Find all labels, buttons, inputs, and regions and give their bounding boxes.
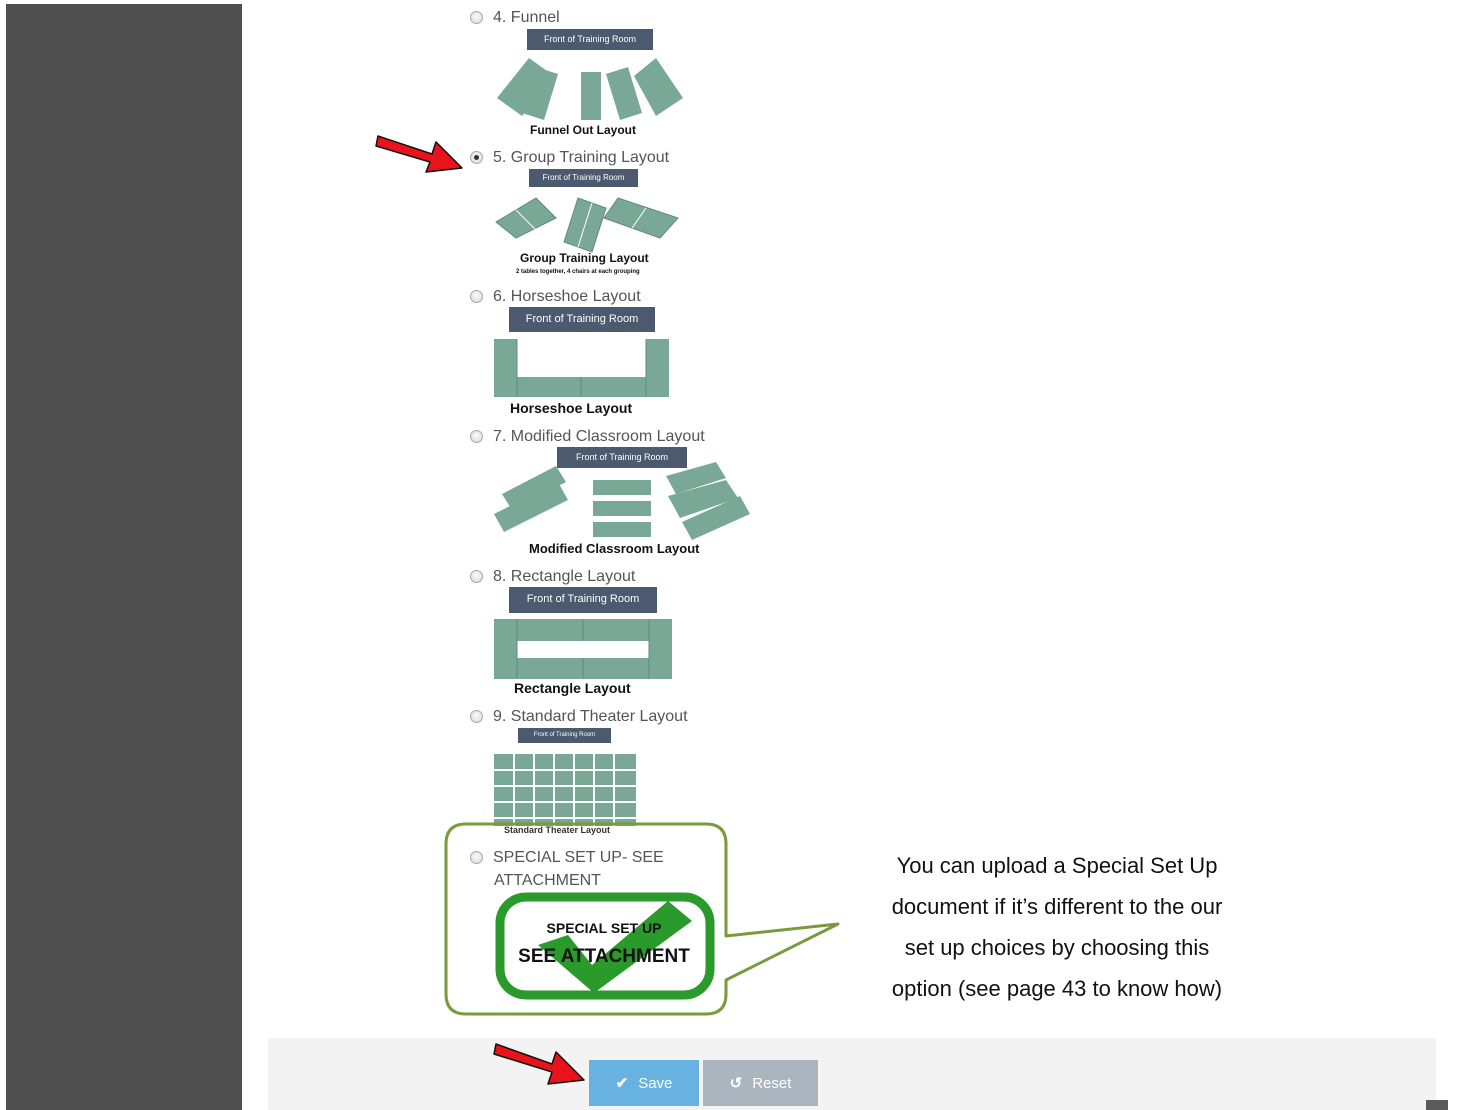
front-of-room-bar: Front of Training Room — [509, 587, 657, 613]
front-of-room-bar: Front of Training Room — [509, 307, 655, 332]
undo-icon: ↺ — [729, 1075, 743, 1092]
option-label: 4. Funnel — [493, 9, 560, 26]
option-funnel[interactable]: 4. Funnel — [470, 6, 560, 29]
radio-group-training[interactable] — [470, 151, 483, 164]
front-of-room-bar: Front of Training Room — [518, 728, 611, 743]
option-label: 6. Horseshoe Layout — [493, 288, 641, 305]
rectangle-caption: Rectangle Layout — [514, 680, 631, 696]
front-of-room-bar: Front of Training Room — [527, 29, 653, 50]
reset-label: Reset — [752, 1074, 792, 1092]
radio-funnel[interactable] — [470, 11, 483, 24]
check-icon: ✔ — [615, 1075, 629, 1092]
arrow-icon — [493, 1043, 585, 1085]
sidebar — [6, 4, 242, 1110]
modified-classroom-caption: Modified Classroom Layout — [529, 541, 700, 556]
funnel-diagram — [497, 58, 683, 120]
modified-classroom-diagram — [494, 462, 750, 540]
option-horseshoe[interactable]: 6. Horseshoe Layout — [470, 285, 641, 308]
theater-grid-diagram — [494, 754, 636, 826]
group-training-diagram — [495, 197, 679, 253]
form-footer — [268, 1038, 1436, 1110]
horseshoe-caption: Horseshoe Layout — [510, 400, 633, 416]
option-label: 5. Group Training Layout — [493, 149, 670, 166]
front-of-room-bar: Front of Training Room — [529, 169, 638, 187]
callout-line-1: You can upload a Special Set Up — [896, 853, 1218, 878]
reset-button[interactable]: ↺ Reset — [703, 1060, 818, 1106]
scroll-corner — [1426, 1100, 1448, 1110]
option-rectangle[interactable]: 8. Rectangle Layout — [470, 565, 635, 588]
option-modified-classroom[interactable]: 7. Modified Classroom Layout — [470, 425, 705, 448]
rectangle-diagram — [494, 619, 672, 679]
callout-text: You can upload a Special Set Up document… — [840, 845, 1274, 1009]
group-training-subcaption: 2 tables together, 4 chairs at each grou… — [516, 269, 640, 275]
radio-modified-classroom[interactable] — [470, 430, 483, 443]
option-label: 7. Modified Classroom Layout — [493, 428, 705, 445]
callout-line-2: document if it’s different to the our — [891, 894, 1223, 919]
option-group-training[interactable]: 5. Group Training Layout — [470, 146, 669, 169]
radio-standard-theater[interactable] — [470, 710, 483, 723]
callout-bubble — [444, 822, 840, 1016]
radio-rectangle[interactable] — [470, 570, 483, 583]
horseshoe-diagram — [494, 339, 669, 397]
arrow-icon — [375, 135, 463, 173]
save-label: Save — [638, 1074, 673, 1092]
callout-line-3: set up choices by choosing this — [904, 935, 1210, 960]
group-training-caption: Group Training Layout — [520, 251, 649, 265]
callout-line-4: option (see page 43 to know how) — [891, 976, 1223, 1001]
save-button[interactable]: ✔ Save — [589, 1060, 699, 1106]
option-standard-theater[interactable]: 9. Standard Theater Layout — [470, 705, 688, 728]
funnel-caption: Funnel Out Layout — [530, 123, 636, 137]
radio-horseshoe[interactable] — [470, 290, 483, 303]
option-label: 8. Rectangle Layout — [493, 568, 636, 585]
option-label: 9. Standard Theater Layout — [493, 708, 688, 725]
